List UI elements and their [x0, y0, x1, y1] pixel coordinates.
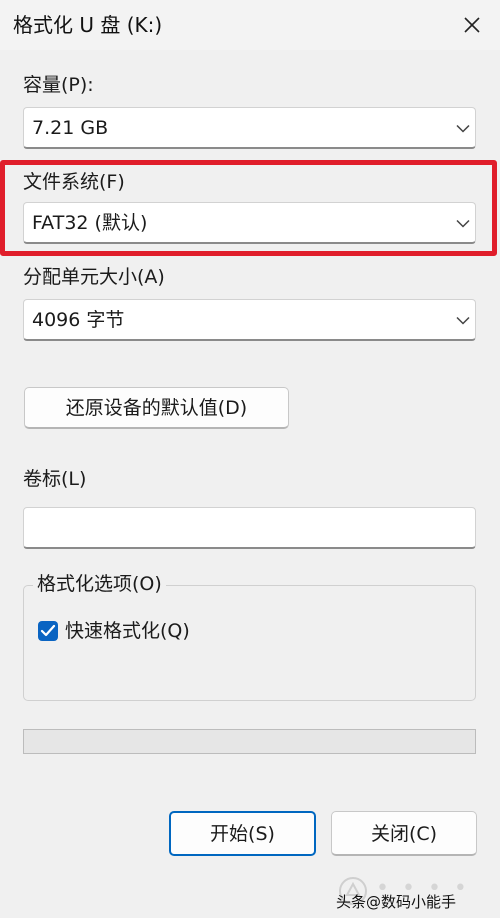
- file-system-value: FAT32 (默认): [32, 212, 148, 234]
- title-bar: 格式化 U 盘 (K:): [0, 0, 500, 50]
- format-dialog: 格式化 U 盘 (K:) 容量(P): 7.21 GB 文件系统(F) FAT3…: [0, 0, 500, 918]
- volume-label-label: 卷标(L): [23, 468, 87, 490]
- window-close-button[interactable]: [455, 8, 489, 42]
- format-options-label: 格式化选项(O): [33, 571, 166, 597]
- capacity-select[interactable]: 7.21 GB: [23, 107, 476, 149]
- file-system-label: 文件系统(F): [23, 171, 125, 193]
- close-icon: [464, 17, 480, 33]
- chevron-down-icon: [456, 124, 470, 133]
- volume-label-input[interactable]: [23, 507, 476, 549]
- chevron-down-icon: [456, 316, 470, 325]
- chevron-down-icon: [456, 219, 470, 228]
- restore-defaults-button[interactable]: 还原设备的默认值(D): [24, 387, 289, 429]
- watermark: • • • • 头条@数码小能手: [334, 872, 500, 918]
- window-title: 格式化 U 盘 (K:): [13, 13, 163, 37]
- start-button-label: 开始(S): [210, 823, 275, 845]
- quick-format-label: 快速格式化(Q): [65, 620, 190, 642]
- quick-format-checkbox[interactable]: [38, 621, 58, 641]
- file-system-select[interactable]: FAT32 (默认): [23, 202, 476, 244]
- checkmark-icon: [40, 624, 56, 637]
- allocation-unit-select[interactable]: 4096 字节: [23, 299, 476, 341]
- start-button[interactable]: 开始(S): [169, 811, 316, 856]
- close-button[interactable]: 关闭(C): [331, 811, 477, 856]
- allocation-unit-value: 4096 字节: [32, 309, 125, 331]
- watermark-text: 头条@数码小能手: [336, 893, 457, 911]
- close-button-label: 关闭(C): [370, 823, 438, 845]
- restore-defaults-label: 还原设备的默认值(D): [65, 397, 248, 419]
- capacity-value: 7.21 GB: [32, 117, 109, 139]
- format-progress-bar: [23, 729, 476, 754]
- capacity-label: 容量(P):: [23, 74, 94, 96]
- allocation-unit-label: 分配单元大小(A): [23, 266, 165, 288]
